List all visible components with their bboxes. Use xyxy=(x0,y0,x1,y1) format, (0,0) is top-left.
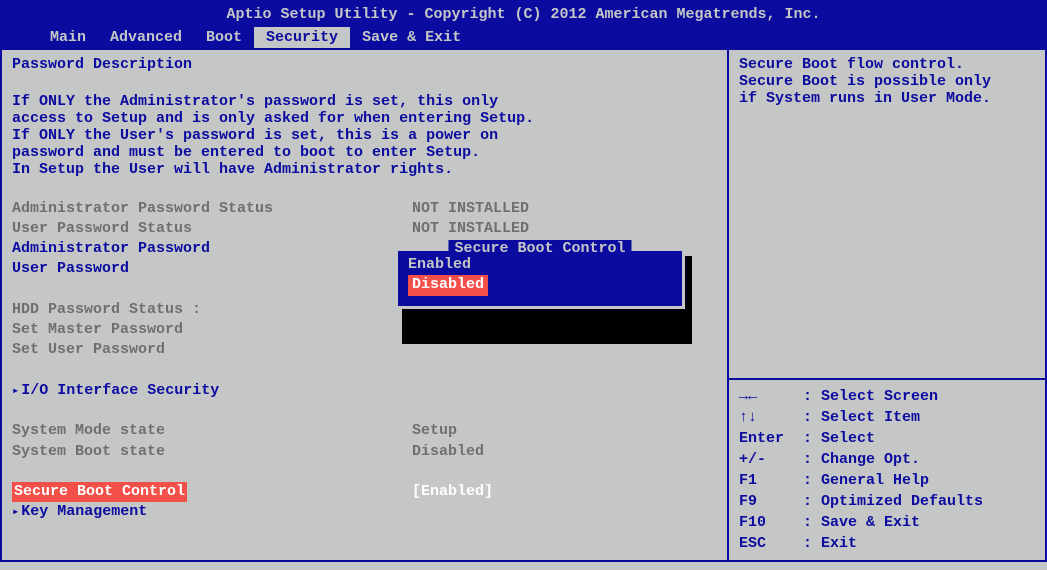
key-plusminus: +/- xyxy=(739,449,803,470)
system-mode-value: Setup xyxy=(412,421,717,441)
desc-line: If ONLY the Administrator's password is … xyxy=(12,93,717,110)
key-esc: ESC xyxy=(739,533,803,554)
admin-pw-status-label: Administrator Password Status xyxy=(12,199,412,219)
popup-option-enabled[interactable]: Enabled xyxy=(408,255,672,275)
desc-line: password and must be entered to boot to … xyxy=(12,144,717,161)
key-arrows-ud: ↑↓ xyxy=(739,407,803,428)
key-label: : Select Screen xyxy=(803,386,938,407)
popup-option-disabled[interactable]: Disabled xyxy=(408,275,488,295)
system-boot-label: System Boot state xyxy=(12,442,412,462)
side-panel: Secure Boot flow control. Secure Boot is… xyxy=(727,48,1047,562)
key-f9: F9 xyxy=(739,491,803,512)
user-pw-status-value: NOT INSTALLED xyxy=(412,219,717,239)
key-enter: Enter xyxy=(739,428,803,449)
bios-screen: Aptio Setup Utility - Copyright (C) 2012… xyxy=(0,0,1047,570)
desc-line: In Setup the User will have Administrato… xyxy=(12,161,717,178)
desc-line: access to Setup and is only asked for wh… xyxy=(12,110,717,127)
main-panel: Password Description If ONLY the Adminis… xyxy=(0,48,727,562)
key-label: : Optimized Defaults xyxy=(803,491,983,512)
secure-boot-control-value: [Enabled] xyxy=(412,482,717,502)
key-arrows-lr: →← xyxy=(739,386,803,407)
secure-boot-popup: Secure Boot Control Enabled Disabled xyxy=(395,248,685,309)
io-interface-security[interactable]: I/O Interface Security xyxy=(12,381,219,401)
hdd-pw-status: HDD Password Status : xyxy=(12,300,201,320)
tab-security[interactable]: Security xyxy=(254,27,350,48)
help-line: Secure Boot flow control. xyxy=(739,56,1035,73)
tab-boot[interactable]: Boot xyxy=(194,27,254,48)
key-label: : General Help xyxy=(803,470,929,491)
system-boot-value: Disabled xyxy=(412,442,717,462)
app-title: Aptio Setup Utility - Copyright (C) 2012… xyxy=(0,6,1047,27)
key-f1: F1 xyxy=(739,470,803,491)
key-label: : Exit xyxy=(803,533,857,554)
tab-bar: Main Advanced Boot Security Save & Exit xyxy=(0,27,1047,48)
key-legend: →←: Select Screen ↑↓: Select Item Enter:… xyxy=(729,380,1045,560)
tab-main[interactable]: Main xyxy=(38,27,98,48)
content-area: Password Description If ONLY the Adminis… xyxy=(0,48,1047,562)
user-password-item[interactable]: User Password xyxy=(12,259,129,279)
tab-save-exit[interactable]: Save & Exit xyxy=(350,27,473,48)
tab-advanced[interactable]: Advanced xyxy=(98,27,194,48)
secure-boot-control-item[interactable]: Secure Boot Control xyxy=(12,482,412,502)
system-mode-label: System Mode state xyxy=(12,421,412,441)
key-label: : Change Opt. xyxy=(803,449,920,470)
set-master-password[interactable]: Set Master Password xyxy=(12,320,183,340)
user-pw-status-label: User Password Status xyxy=(12,219,412,239)
popup-title: Secure Boot Control xyxy=(448,240,631,257)
help-line: Secure Boot is possible only xyxy=(739,73,1035,90)
key-label: : Save & Exit xyxy=(803,512,920,533)
key-label: : Select Item xyxy=(803,407,920,428)
key-management-item[interactable]: Key Management xyxy=(12,502,147,522)
desc-line: If ONLY the User's password is set, this… xyxy=(12,127,717,144)
key-label: : Select xyxy=(803,428,875,449)
key-f10: F10 xyxy=(739,512,803,533)
help-line: if System runs in User Mode. xyxy=(739,90,1035,107)
admin-pw-status-value: NOT INSTALLED xyxy=(412,199,717,219)
admin-password-item[interactable]: Administrator Password xyxy=(12,239,210,259)
desc-heading: Password Description xyxy=(12,56,717,73)
help-panel: Secure Boot flow control. Secure Boot is… xyxy=(729,50,1045,380)
secure-boot-control-label: Secure Boot Control xyxy=(12,482,187,502)
set-user-password[interactable]: Set User Password xyxy=(12,340,165,360)
header-bar: Aptio Setup Utility - Copyright (C) 2012… xyxy=(0,0,1047,48)
